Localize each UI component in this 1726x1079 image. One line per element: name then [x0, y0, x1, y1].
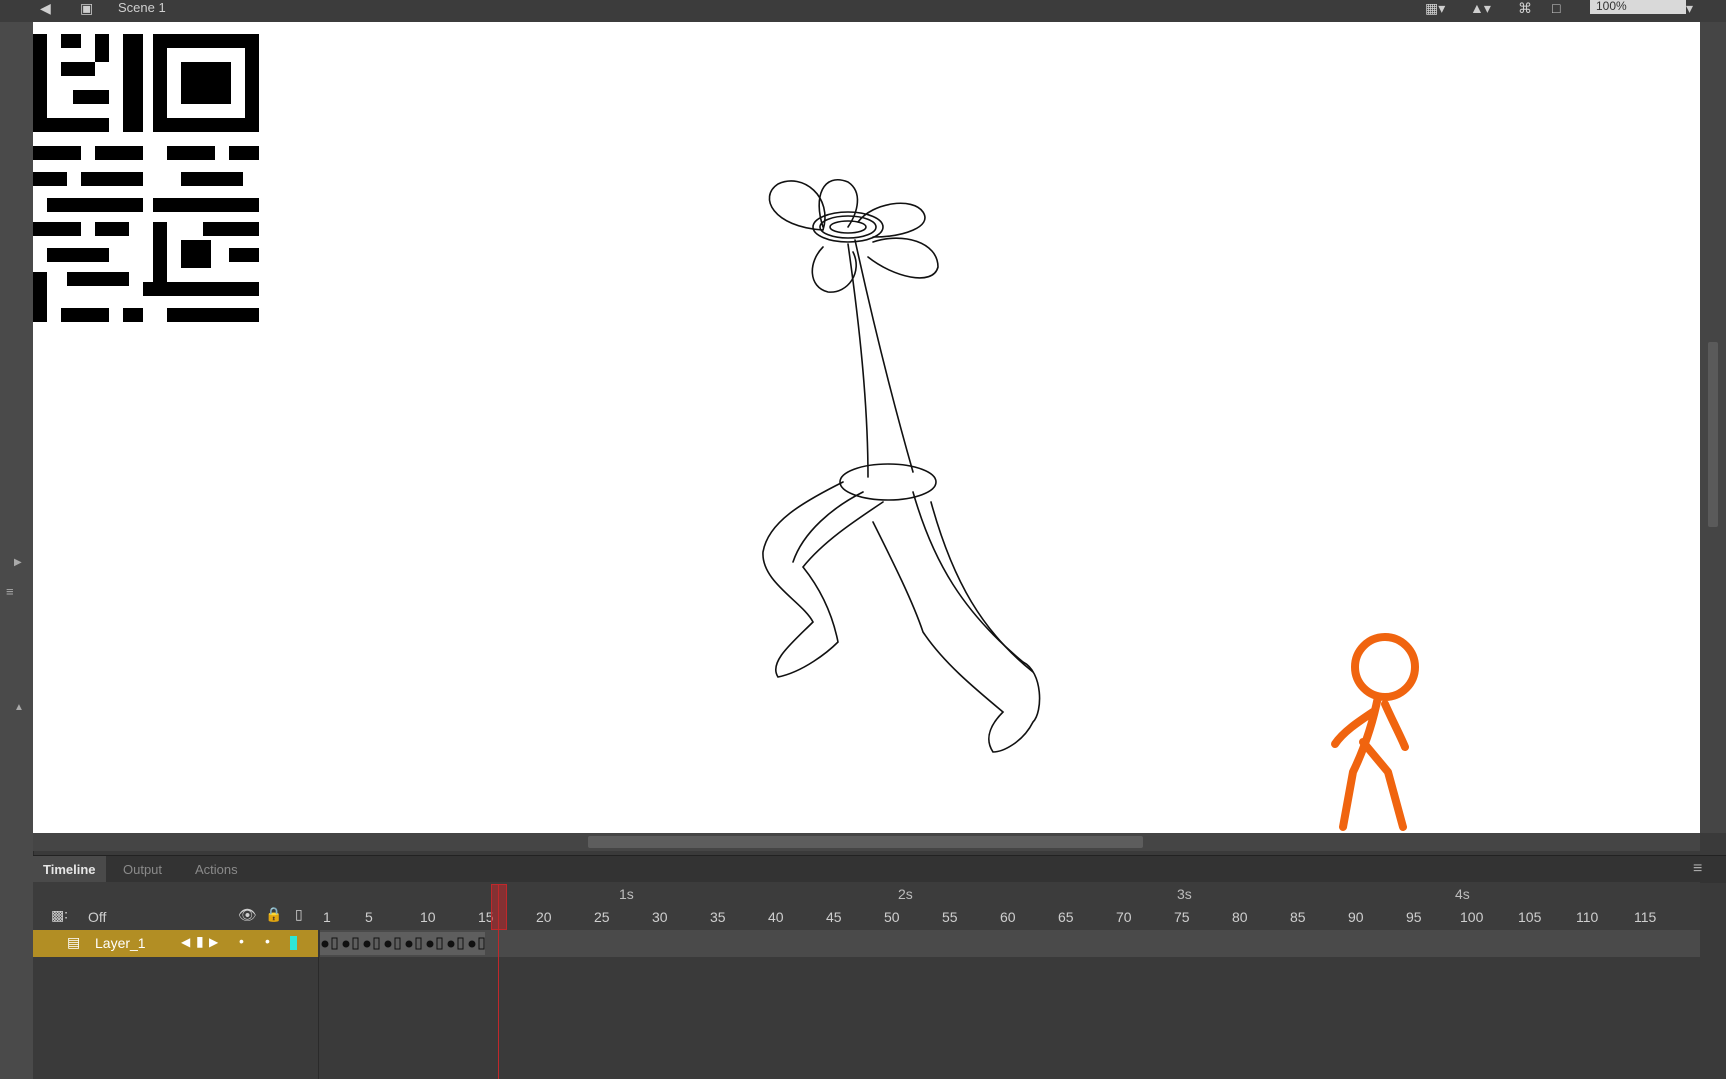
add-keyframe-icon[interactable]: ▮: [196, 933, 204, 950]
expand-arrow-icon[interactable]: ▶: [14, 557, 22, 568]
frame-number: 10: [420, 909, 436, 925]
panel-tab-bar: Timeline Output Actions ≡: [33, 855, 1726, 883]
frame-number: 70: [1116, 909, 1132, 925]
frame-number: 45: [826, 909, 842, 925]
stage-vertical-scrollbar[interactable]: [1700, 22, 1726, 833]
layer-outline-color-icon[interactable]: [290, 936, 297, 950]
frame-number: 5: [365, 909, 373, 925]
prev-keyframe-icon[interactable]: ◀: [181, 935, 190, 949]
layer-name-cell[interactable]: ▤ Layer_1 ◀ ▮ ▶ • •: [33, 930, 318, 957]
timeline-layer-area[interactable]: [33, 957, 1700, 1079]
clip-icon[interactable]: □: [1552, 0, 1560, 16]
tab-timeline[interactable]: Timeline: [33, 856, 106, 883]
edit-bar: ◀ ▣ Scene 1 ▦▾ ▲▾ ⌘ □ 100% ▾: [0, 0, 1726, 23]
frame-number: 100: [1460, 909, 1484, 925]
scene-clapper-icon: ▣: [80, 0, 94, 16]
frame-number: 110: [1576, 909, 1599, 925]
frame-number: 105: [1518, 909, 1542, 925]
panel-menu-icon[interactable]: ≡: [6, 584, 14, 599]
stick-figure: [1331, 633, 1419, 831]
frame-number: 25: [594, 909, 610, 925]
qr-code: [33, 34, 259, 322]
edit-scene-icon[interactable]: ▲▾: [1470, 0, 1491, 17]
stage-drawing: [33, 34, 1419, 831]
layer-row[interactable]: ▤ Layer_1 ◀ ▮ ▶ • •: [33, 930, 1700, 957]
frame-cells: [320, 932, 485, 955]
frame-number: 80: [1232, 909, 1248, 925]
playhead-line[interactable]: [498, 884, 499, 1079]
layer-name[interactable]: Layer_1: [95, 935, 146, 951]
tab-output[interactable]: Output: [113, 856, 172, 883]
frame-number: 90: [1348, 909, 1364, 925]
second-marker: 1s: [619, 886, 634, 902]
snap-icon[interactable]: ⌘: [1518, 0, 1532, 17]
frame-number: 95: [1406, 909, 1422, 925]
timeline-header: ▩∶ Off 👁 🔒 ▯ 1s 2s 3s 4s 1 5 10 15 20 25…: [33, 882, 1700, 931]
vertical-scroll-thumb[interactable]: [1708, 342, 1718, 527]
frame-number: 30: [652, 909, 668, 925]
onion-skin-icon[interactable]: ▩∶: [51, 907, 68, 924]
scroll-up-icon[interactable]: ▲: [14, 702, 24, 713]
show-all-eye-icon[interactable]: 👁: [238, 906, 257, 924]
scene-label[interactable]: Scene 1: [118, 0, 166, 15]
outline-all-icon[interactable]: ▯: [295, 906, 303, 923]
layer-frames[interactable]: [320, 930, 1700, 957]
frame-number: 65: [1058, 909, 1074, 925]
lock-all-icon[interactable]: 🔒: [265, 906, 282, 923]
frame-number: 20: [536, 909, 552, 925]
layer-divider: [318, 957, 319, 1079]
frame-number: 60: [1000, 909, 1016, 925]
tab-actions[interactable]: Actions: [185, 856, 248, 883]
sketch-figure: [762, 179, 1041, 753]
second-marker: 3s: [1177, 886, 1192, 902]
edit-symbols-icon[interactable]: ▦▾: [1425, 0, 1445, 17]
layer-lock-dot-icon[interactable]: •: [265, 933, 270, 949]
frame-number: 75: [1174, 909, 1190, 925]
onion-skin-label[interactable]: Off: [88, 909, 106, 925]
tools-panel: ▶ ≡ ▲: [0, 22, 34, 1079]
frame-number: 55: [942, 909, 958, 925]
frame-number: 85: [1290, 909, 1306, 925]
stage-canvas[interactable]: [33, 22, 1700, 833]
back-arrow-icon[interactable]: ◀: [40, 0, 51, 17]
layer-icon: ▤: [67, 934, 81, 950]
next-keyframe-icon[interactable]: ▶: [209, 935, 218, 949]
second-marker: 2s: [898, 886, 913, 902]
panel-options-icon[interactable]: ≡: [1693, 860, 1702, 878]
frame-number: 115: [1634, 909, 1657, 925]
frame-number: 50: [884, 909, 900, 925]
frame-number: 40: [768, 909, 784, 925]
frame-ruler[interactable]: 1s 2s 3s 4s 1 5 10 15 20 25 30 35 40 45 …: [320, 882, 1700, 930]
zoom-field[interactable]: 100%: [1590, 0, 1686, 14]
second-marker: 4s: [1455, 886, 1470, 902]
horizontal-scroll-thumb[interactable]: [588, 836, 1143, 848]
playhead-handle[interactable]: [491, 884, 507, 930]
zoom-dropdown-icon[interactable]: ▾: [1686, 0, 1693, 17]
stage-horizontal-scrollbar[interactable]: [33, 833, 1700, 851]
frame-number: 1: [323, 909, 331, 925]
frame-number: 35: [710, 909, 726, 925]
layer-visible-dot-icon[interactable]: •: [239, 933, 244, 949]
